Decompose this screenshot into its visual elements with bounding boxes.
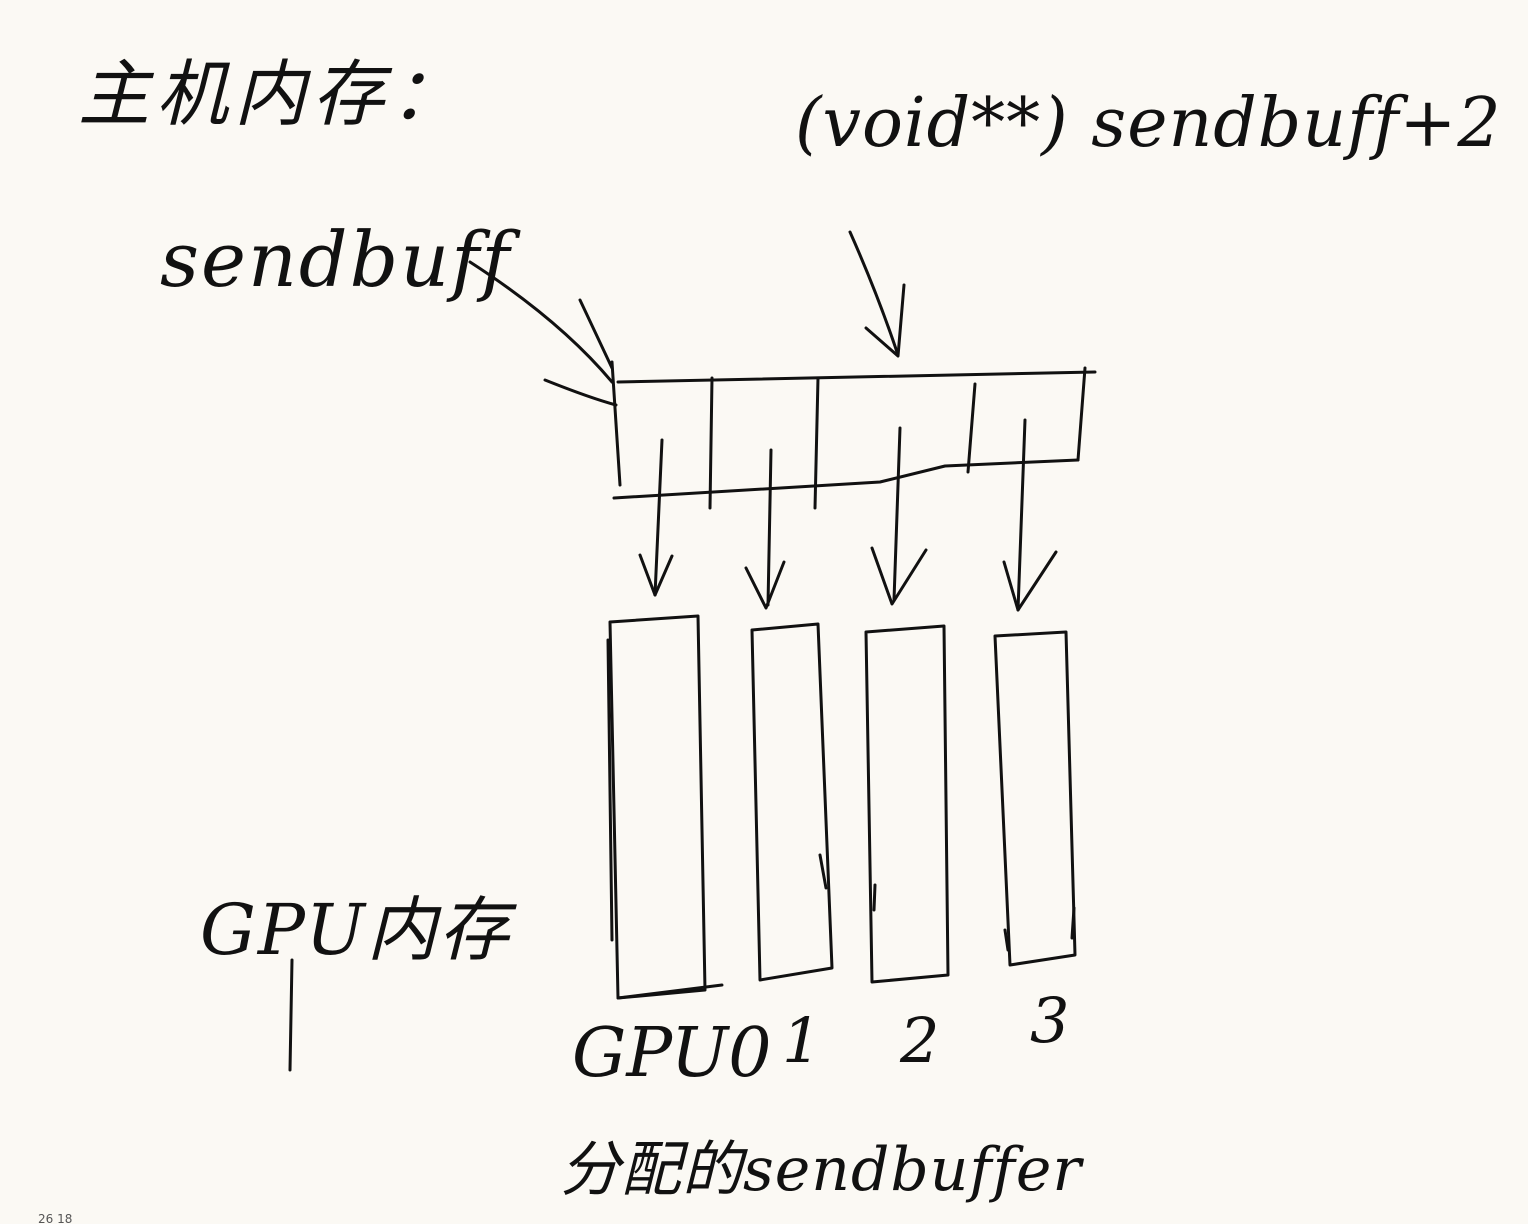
pointer-array-cell-divider [708, 376, 714, 510]
host-memory-title: 主机内存： [78, 52, 469, 136]
offset-pointer-arrow [848, 230, 906, 358]
arrow-to-gpu1 [766, 448, 773, 607]
pointer-array-cell-divider [966, 382, 977, 474]
arrow-to-gpu3 [1016, 418, 1027, 612]
gpu2-buffer [864, 624, 950, 984]
gpu-pointer-arrows [638, 418, 1058, 612]
gpu0-label: GPU0 [572, 1014, 772, 1093]
whiteboard-canvas: 主机内存： sendbuff (void**) sendbuff+2 GPU内存… [0, 0, 1528, 1224]
page-indicator: 26 18 [38, 1212, 73, 1224]
pointer-array-left-edge [610, 360, 622, 487]
offset-pointer-label: (void**) sendbuff+2 [795, 84, 1502, 163]
arrow-to-gpu2 [892, 426, 902, 602]
gpu-buffers [606, 614, 1077, 1000]
gpu3-buffer [993, 630, 1077, 967]
allocated-sendbuffer-caption: 分配的sendbuffer [560, 1135, 1083, 1205]
gpu-memory-label: GPU内存 [200, 889, 511, 971]
arrow-to-gpu0 [653, 438, 664, 597]
pointer-array-top-edge [616, 370, 1097, 384]
pointer-array-right-edge [1076, 366, 1087, 462]
sendbuff-label: sendbuff [160, 215, 512, 304]
gpu1-buffer [750, 622, 834, 982]
pointer-array-cell-divider [813, 376, 820, 510]
gpu0-buffer [608, 614, 707, 1000]
gpu3-label: 3 [1030, 984, 1070, 1057]
gpu2-label: 2 [900, 1004, 940, 1077]
gpu-memory-label-stroke [288, 958, 294, 1072]
gpu1-label: 1 [782, 1004, 822, 1077]
pointer-array-bottom-edge [612, 458, 1080, 500]
